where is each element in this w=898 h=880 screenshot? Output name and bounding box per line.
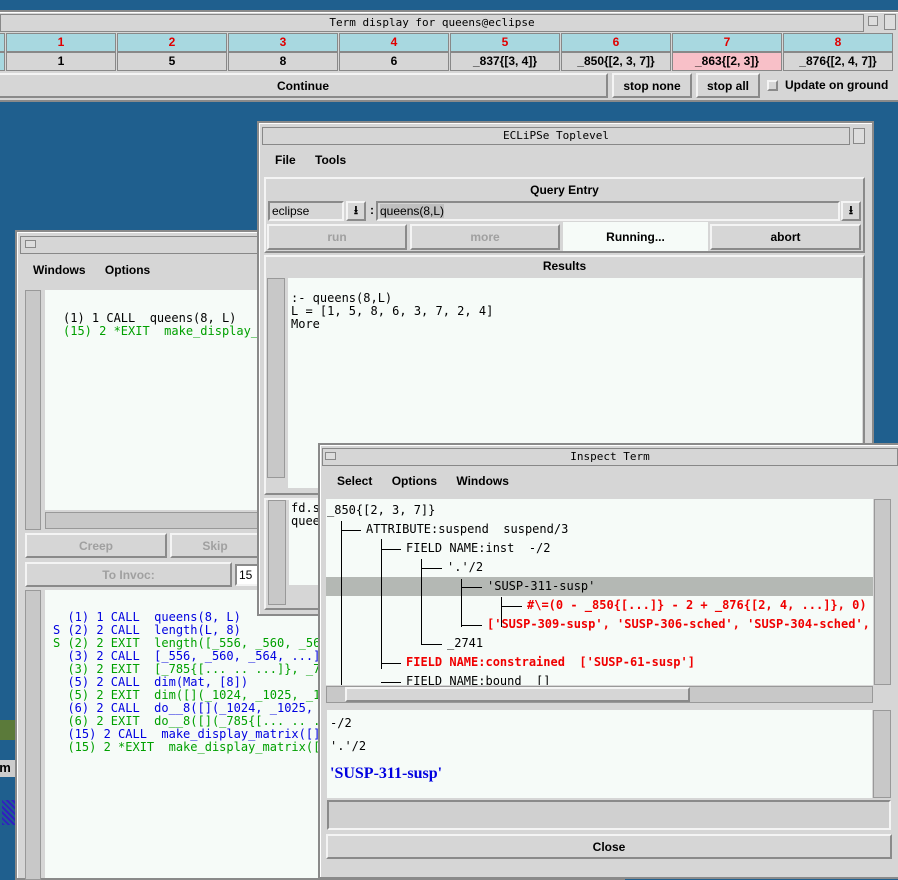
tree-node[interactable]: #\=(0 - _850{[...]} - 2 + _876{[2, 4, ..… (527, 597, 867, 613)
query-entry-label: Query Entry (530, 183, 599, 197)
desktop-icon[interactable] (0, 720, 15, 740)
toplevel-menubar: File Tools (275, 153, 362, 167)
result-line: More (291, 317, 320, 331)
menu-tools[interactable]: Tools (315, 153, 346, 167)
window-menu-button[interactable] (325, 452, 336, 460)
menu-select[interactable]: Select (337, 474, 372, 488)
column-header: 4 (339, 33, 449, 52)
continue-button[interactable]: Continue (0, 73, 608, 98)
trace-vscrollbar[interactable] (25, 590, 41, 880)
update-on-ground-checkbox[interactable] (767, 80, 778, 91)
stack-text: (1) 1 CALL queens(8, L) (15) 2 *EXIT make… (45, 310, 260, 510)
tree-node[interactable]: _2741 (447, 635, 483, 651)
desktop-logo-icon (2, 800, 15, 825)
trace-line[interactable]: (15) 2 *EXIT make_display_matrix([] (53, 741, 320, 754)
tree-vscrollbar[interactable] (874, 499, 891, 685)
maximize-button[interactable] (884, 14, 896, 30)
selected-term[interactable]: 'SUSP-311-susp' (330, 762, 872, 785)
term-display-title: Term display for queens@eclipse (0, 14, 864, 32)
column-header: 6 (561, 33, 671, 52)
column-header: 2 (117, 33, 227, 52)
menu-windows[interactable]: Windows (456, 474, 509, 488)
results-label: Results (542, 259, 587, 273)
tree-node[interactable]: ATTRIBUTE:suspend suspend/3 (366, 521, 568, 537)
abort-button[interactable]: abort (710, 224, 861, 250)
column-value[interactable]: 8 (228, 52, 338, 71)
status-bar (327, 800, 891, 830)
selection-highlight (326, 577, 873, 596)
stack-hscrollbar[interactable] (45, 512, 260, 529)
column-header: 3 (228, 33, 338, 52)
run-button[interactable]: run (267, 224, 407, 250)
menu-options[interactable]: Options (105, 263, 150, 277)
menu-windows[interactable]: Windows (33, 263, 86, 277)
stop-none-button[interactable]: stop none (612, 73, 692, 98)
inspect-menubar: Select Options Windows (337, 474, 525, 488)
tree-node[interactable]: '.'/2 (447, 559, 483, 575)
column-value[interactable]: _837{[3, 4]} (450, 52, 560, 71)
trace-log: (1) 1 CALL queens(8, L) S (2) 2 CALL leng… (45, 608, 320, 878)
running-status: Running... (563, 222, 708, 251)
column-value[interactable]: _850{[2, 3, 7]} (561, 52, 671, 71)
tree-node[interactable]: FIELD NAME:constrained ['SUSP-61-susp'] (406, 654, 695, 670)
toplevel-title: ECLiPSe Toplevel (262, 127, 850, 145)
column-header: 1 (6, 33, 116, 52)
stack-vscrollbar[interactable] (25, 290, 41, 530)
menu-file[interactable]: File (275, 153, 296, 167)
column-value[interactable]: 5 (117, 52, 227, 71)
minimize-button[interactable] (868, 16, 878, 26)
stop-all-button[interactable]: stop all (696, 73, 760, 98)
skip-button[interactable]: Skip (170, 533, 260, 558)
window-menu-button[interactable] (25, 240, 36, 248)
path-text: -/2 '.'/2 'SUSP-311-susp' (327, 710, 872, 798)
tree-node[interactable]: FIELD NAME:inst -/2 (406, 540, 551, 556)
module-field[interactable]: eclipse (268, 201, 344, 221)
column-header: 8 (783, 33, 893, 52)
column-value[interactable]: 1 (6, 52, 116, 71)
inspect-title: Inspect Term (322, 448, 898, 466)
creep-button[interactable]: Creep (25, 533, 167, 558)
column-value[interactable]: _863{[2, 3]} (672, 52, 782, 71)
result-line: L = [1, 5, 8, 6, 3, 7, 2, 4] (291, 304, 494, 318)
menu-options[interactable]: Options (392, 474, 437, 488)
column-value[interactable]: 6 (339, 52, 449, 71)
path-vscrollbar[interactable] (873, 710, 891, 798)
path-line[interactable]: -/2 (330, 712, 872, 735)
history-dropdown-button[interactable]: ⭳ (841, 201, 861, 221)
column-header: 5 (450, 33, 560, 52)
tree-node[interactable]: ['SUSP-309-susp', 'SUSP-306-sched', 'SUS… (487, 616, 873, 632)
column-value[interactable]: _876{[2, 4, 7]} (783, 52, 893, 71)
tree-node[interactable]: FIELD NAME:bound [] (406, 673, 551, 685)
stack-line[interactable]: (15) 2 *EXIT make_display_m (63, 325, 260, 338)
path-line[interactable]: '.'/2 (330, 735, 872, 758)
query-input[interactable]: queens(8,L) (376, 201, 840, 221)
close-button[interactable]: Close (326, 834, 892, 859)
tree-node[interactable]: _850{[2, 3, 7]} (327, 502, 435, 518)
update-on-ground-label: Update on ground (785, 78, 889, 92)
tracer-menubar: Windows Options (33, 263, 166, 277)
to-invoc-button[interactable]: To Invoc: (25, 562, 232, 587)
column-header: 7 (672, 33, 782, 52)
tree-hscrollbar[interactable] (326, 686, 873, 703)
module-dropdown-button[interactable]: ⭳ (346, 201, 366, 221)
more-button[interactable]: more (410, 224, 560, 250)
tree-node[interactable]: 'SUSP-311-susp' (487, 578, 595, 594)
output-vscrollbar[interactable] (268, 500, 286, 605)
results-vscrollbar[interactable] (267, 278, 285, 478)
desktop-label: em (0, 760, 15, 777)
term-tree: _850{[2, 3, 7]} ATTRIBUTE:suspend suspend… (326, 499, 873, 685)
maximize-button[interactable] (853, 128, 865, 144)
